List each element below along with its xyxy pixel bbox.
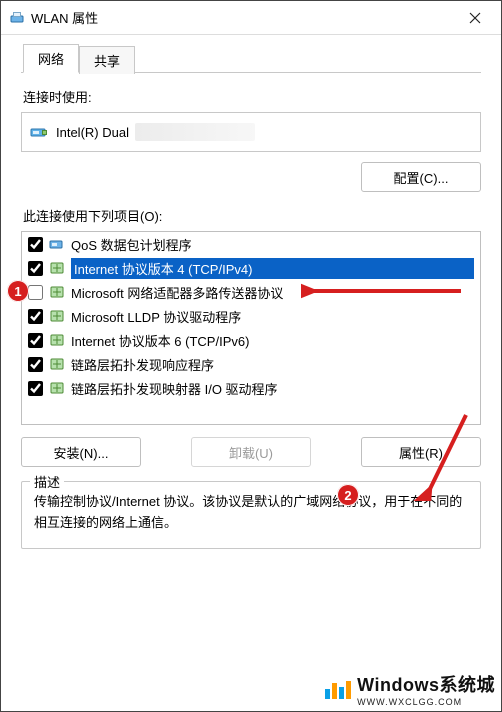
label-connect-using: 连接时使用: [23,87,481,106]
list-item[interactable]: 链路层拓扑发现映射器 I/O 驱动程序 [22,376,480,400]
protocol-icon [49,356,65,372]
service-icon [49,236,65,252]
item-checkbox[interactable] [28,333,43,348]
adapter-box: Intel(R) Dual [21,112,481,152]
item-checkbox[interactable] [28,261,43,276]
uninstall-button: 卸载(U) [191,437,311,467]
list-item[interactable]: Microsoft LLDP 协议驱动程序 [22,304,480,328]
item-label: QoS 数据包计划程序 [71,235,474,254]
network-adapter-icon [9,10,25,26]
watermark-bars-icon [325,679,351,699]
tab-sharing[interactable]: 共享 [79,46,135,74]
watermark: Windows系统城 WWW.WXCLGG.COM [325,671,495,707]
list-item[interactable]: QoS 数据包计划程序 [22,232,480,256]
item-label: Internet 协议版本 4 (TCP/IPv4) [71,258,474,279]
protocol-icon [49,260,65,276]
watermark-text: Windows系统城 WWW.WXCLGG.COM [357,671,495,707]
item-label: Internet 协议版本 6 (TCP/IPv6) [71,331,474,350]
client-area: 网络 共享 连接时使用: Intel(R) Dual 配置(C)... 此连接使… [1,35,501,559]
item-checkbox[interactable] [28,381,43,396]
item-checkbox[interactable] [28,237,43,252]
item-label: 链路层拓扑发现映射器 I/O 驱动程序 [71,379,474,398]
list-item[interactable]: Internet 协议版本 4 (TCP/IPv4) [22,256,480,280]
item-checkbox[interactable] [28,357,43,372]
window: WLAN 属性 网络 共享 连接时使用: Intel(R) Dual 配置(C [0,0,502,712]
adapter-name: Intel(R) Dual [56,125,129,140]
watermark-title: Windows系统城 [357,671,495,697]
item-checkbox[interactable] [28,309,43,324]
item-label: Microsoft LLDP 协议驱动程序 [71,307,474,326]
description-group: 描述 传输控制协议/Internet 协议。该协议是默认的广域网络协议，用于在不… [21,481,481,549]
watermark-url: WWW.WXCLGG.COM [357,697,495,707]
install-button[interactable]: 安装(N)... [21,437,141,467]
tab-network[interactable]: 网络 [23,44,79,73]
protocol-icon [49,380,65,396]
protocol-icon [49,332,65,348]
tab-strip: 网络 共享 [21,43,481,73]
titlebar: WLAN 属性 [1,1,501,35]
description-text: 传输控制协议/Internet 协议。该协议是默认的广域网络协议，用于在不同的相… [34,492,468,534]
item-label: 链路层拓扑发现响应程序 [71,355,474,374]
description-legend: 描述 [30,472,64,491]
close-button[interactable] [453,3,497,33]
window-title: WLAN 属性 [31,8,453,27]
item-label: Microsoft 网络适配器多路传送器协议 [71,283,474,302]
label-items: 此连接使用下列项目(O): [23,206,481,225]
list-item[interactable]: 链路层拓扑发现响应程序 [22,352,480,376]
protocol-icon [49,284,65,300]
item-checkbox[interactable] [28,285,43,300]
configure-button[interactable]: 配置(C)... [361,162,481,192]
list-item[interactable]: Internet 协议版本 6 (TCP/IPv6) [22,328,480,352]
items-listbox[interactable]: QoS 数据包计划程序 Internet 协议版本 4 (TCP/IPv4) Mic… [21,231,481,425]
list-item[interactable]: Microsoft 网络适配器多路传送器协议 [22,280,480,304]
adapter-name-hidden [135,123,255,141]
protocol-icon [49,308,65,324]
adapter-icon [30,124,48,140]
properties-button[interactable]: 属性(R) [361,437,481,467]
